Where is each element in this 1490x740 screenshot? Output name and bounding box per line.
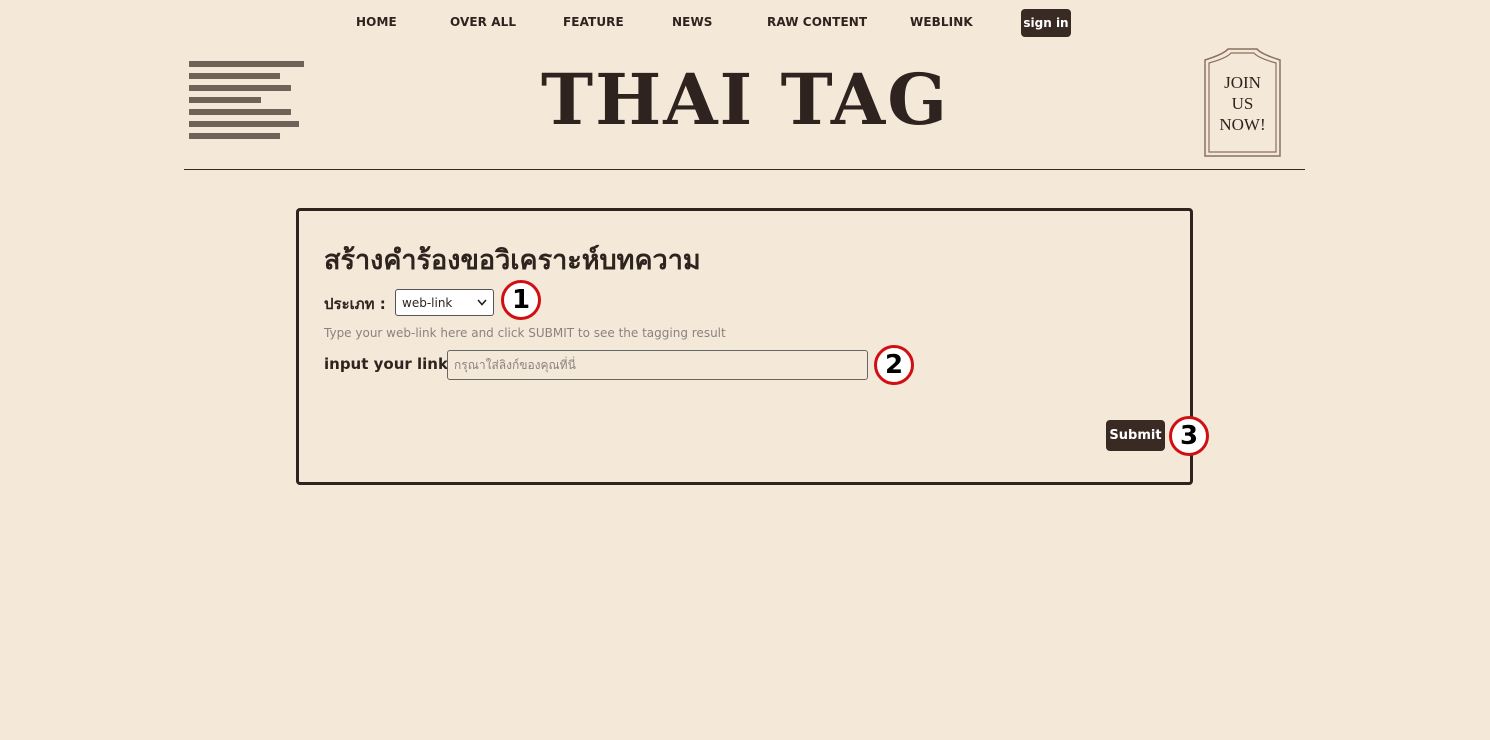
type-select-value: web-link (402, 295, 453, 310)
link-input[interactable] (447, 350, 868, 380)
annotation-marker-3: 3 (1169, 416, 1209, 456)
type-label: ประเภท : (324, 295, 386, 313)
nav-feature[interactable]: FEATURE (563, 15, 624, 29)
nav-raw-content[interactable]: RAW CONTENT (767, 15, 867, 29)
form-title: สร้างคำร้องขอวิเคราะห์บทความ (324, 245, 701, 276)
chevron-down-icon (477, 299, 487, 306)
input-hint: Type your web-link here and click SUBMIT… (324, 326, 726, 340)
join-us-text: JOIN US NOW! (1219, 73, 1266, 134)
nav-home[interactable]: HOME (356, 15, 397, 29)
link-label: input your link : (324, 355, 460, 373)
header-divider (184, 169, 1305, 170)
join-us-badge[interactable]: JOIN US NOW! (1204, 48, 1281, 157)
top-nav: HOME OVER ALL FEATURE NEWS RAW CONTENT W… (0, 0, 1490, 44)
type-select[interactable]: web-link (395, 289, 494, 316)
annotation-marker-1: 1 (501, 280, 541, 320)
nav-weblink[interactable]: WEBLINK (910, 15, 973, 29)
sign-in-button[interactable]: sign in (1021, 9, 1071, 37)
submit-button[interactable]: Submit (1106, 420, 1165, 451)
page: HOME OVER ALL FEATURE NEWS RAW CONTENT W… (0, 0, 1490, 740)
nav-news[interactable]: NEWS (672, 15, 713, 29)
annotation-marker-2: 2 (874, 345, 914, 385)
nav-over-all[interactable]: OVER ALL (450, 15, 516, 29)
